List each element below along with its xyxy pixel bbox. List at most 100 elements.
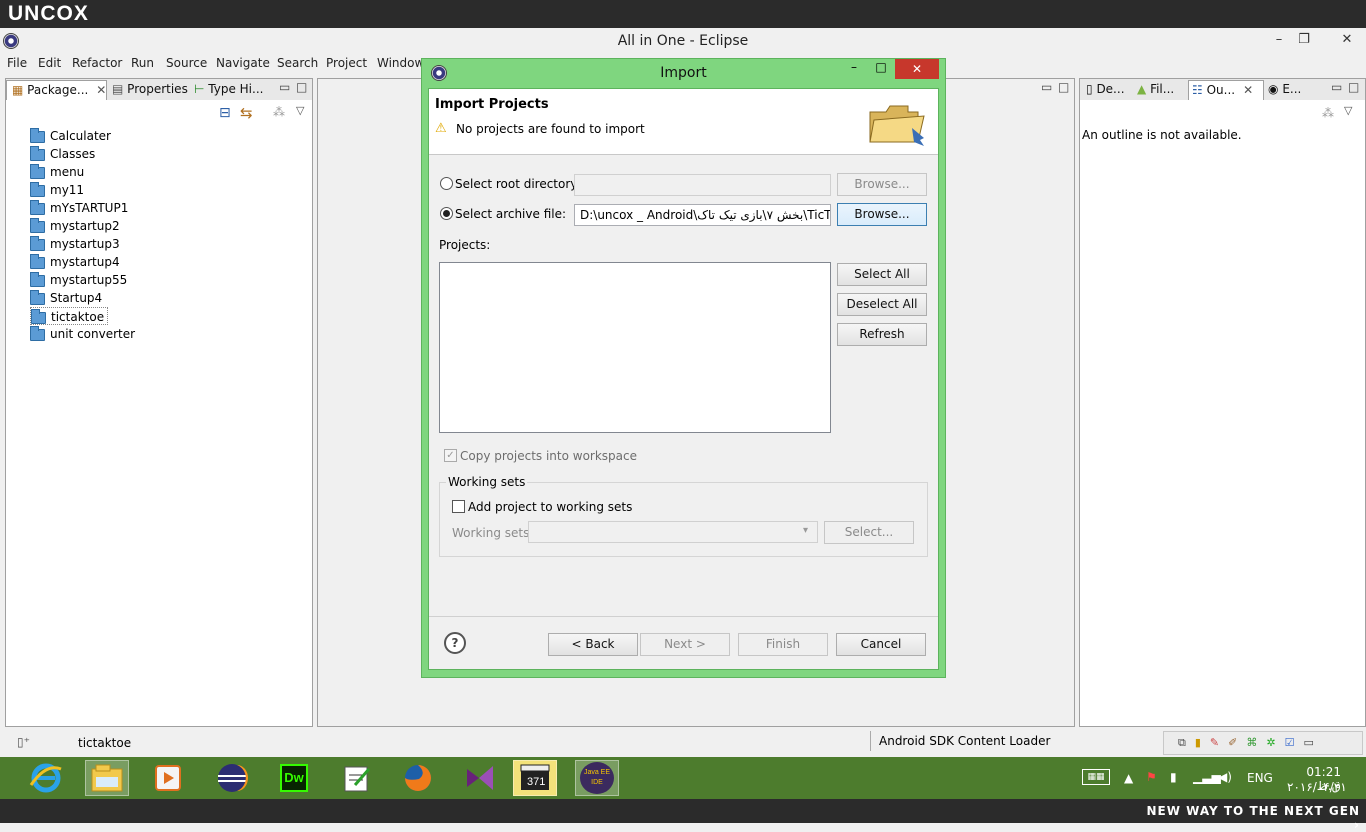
dialog-maximize-button[interactable]: □	[873, 60, 889, 74]
root-dir-radio[interactable]	[440, 177, 453, 190]
tab-outline[interactable]: ☷ Ou... ✕	[1188, 80, 1264, 100]
java-icon[interactable]: ✐	[1228, 736, 1246, 749]
tree-item[interactable]: mystartup4	[30, 253, 120, 271]
eclipse-icon[interactable]	[210, 760, 254, 796]
tree-item[interactable]: Calculater	[30, 127, 111, 145]
back-button[interactable]: < Back	[548, 633, 638, 656]
bug-icon[interactable]: ✲	[1266, 736, 1284, 749]
network-icon[interactable]: ▁▃▅	[1193, 770, 1221, 784]
ie-icon[interactable]	[24, 760, 68, 796]
java-ee-ide-icon[interactable]: Java EE IDE	[575, 760, 619, 796]
refresh-button[interactable]: Refresh	[837, 323, 927, 346]
firefox-icon[interactable]	[396, 760, 440, 796]
view-menu-icon[interactable]: ⁂	[1322, 106, 1334, 120]
ws-combo[interactable]	[528, 521, 818, 543]
add-ws-checkbox[interactable]	[452, 500, 465, 513]
tree-item[interactable]: menu	[30, 163, 84, 181]
cancel-button[interactable]: Cancel	[836, 633, 926, 656]
volume-icon[interactable]: ◀)	[1218, 770, 1232, 784]
menu-navigate[interactable]: Navigate	[216, 56, 270, 70]
tree-item-label: mystartup2	[50, 219, 120, 233]
tab-file-explorer[interactable]: ▲ Fil...	[1137, 80, 1185, 100]
battery-icon[interactable]: ▮	[1170, 770, 1177, 784]
fast-view-icon[interactable]: ▯⁺	[17, 735, 30, 749]
tree-item-label: unit converter	[50, 327, 136, 341]
touch-keyboard-icon[interactable]: ▦▦	[1082, 769, 1110, 785]
chevron-down-icon[interactable]: ▽	[296, 104, 304, 117]
clock-date[interactable]: ۲۰۱۶/۰۴/۲۱	[1287, 780, 1347, 794]
close-icon[interactable]: ✕	[1243, 83, 1253, 97]
root-dir-input[interactable]	[574, 174, 831, 196]
menu-window[interactable]: Window	[377, 56, 424, 70]
menu-edit[interactable]: Edit	[38, 56, 61, 70]
trim-toolbar-icons[interactable]: ⧉▮✎✐⌘✲☑▭	[1178, 736, 1323, 750]
next-button[interactable]: Next >	[640, 633, 730, 656]
open-perspective-icon[interactable]: ⧉	[1178, 736, 1195, 749]
media-player-icon[interactable]	[146, 760, 190, 796]
tab-emulator[interactable]: ◉ E...	[1268, 80, 1314, 100]
maximize-view-icon[interactable]: □	[1348, 80, 1359, 94]
help-icon[interactable]: ?	[444, 632, 466, 654]
copy-checkbox[interactable]: ✓	[444, 449, 457, 462]
notepad-icon[interactable]	[334, 760, 378, 796]
maximize-view-icon[interactable]: □	[296, 80, 307, 94]
file-explorer-icon[interactable]	[85, 760, 129, 796]
tree-item[interactable]: Startup4	[30, 289, 102, 307]
archive-input[interactable]: D:\uncox _ Android\بخش ۷\بازی تیک تاک\Ti…	[574, 204, 831, 226]
tab-properties[interactable]: ▤ Properties	[112, 80, 190, 100]
finish-button[interactable]: Finish	[738, 633, 828, 656]
tree-item[interactable]: mystartup2	[30, 217, 120, 235]
tree-item-selected[interactable]: tictaktoe	[30, 307, 109, 325]
tree-item[interactable]: mystartup3	[30, 235, 120, 253]
dialog-close-button[interactable]: ✕	[895, 59, 939, 79]
language-indicator[interactable]: ENG	[1247, 771, 1273, 785]
tree-item[interactable]: unit converter	[30, 325, 135, 343]
menu-project[interactable]: Project	[326, 56, 367, 70]
action-center-icon[interactable]: ⚑	[1146, 770, 1157, 784]
dreamweaver-icon[interactable]: Dw	[272, 760, 316, 796]
minimize-view-icon[interactable]: ▭	[1041, 80, 1052, 94]
tree-item-label: Calculater	[50, 129, 111, 143]
chevron-down-icon[interactable]: ▽	[1344, 104, 1352, 117]
tab-devices[interactable]: ▯ De...	[1086, 80, 1132, 100]
visual-studio-icon[interactable]	[458, 760, 502, 796]
tree-item[interactable]: my11	[30, 181, 84, 199]
show-hidden-icons-icon[interactable]: ▲	[1124, 771, 1133, 785]
collapse-all-icon[interactable]: ⊟	[219, 105, 231, 121]
menu-run[interactable]: Run	[131, 56, 154, 70]
menu-source[interactable]: Source	[166, 56, 207, 70]
minimize-view-icon[interactable]: ▭	[1331, 80, 1342, 94]
close-icon[interactable]: ✕	[96, 83, 106, 97]
chevron-down-icon[interactable]: ▾	[803, 525, 808, 536]
minimize-button[interactable]: –	[1266, 30, 1292, 50]
browse-root-button[interactable]: Browse...	[837, 173, 927, 196]
select-all-button[interactable]: Select All	[837, 263, 927, 286]
archive-radio[interactable]	[440, 207, 453, 220]
restore-button[interactable]: ❐	[1291, 30, 1317, 50]
header-title: Import Projects	[435, 97, 549, 112]
tree-item[interactable]: Classes	[30, 145, 95, 163]
link-editor-icon[interactable]: ⇆	[240, 104, 253, 122]
video-editor-icon[interactable]: 371	[513, 760, 557, 796]
console-icon[interactable]: ▭	[1303, 736, 1322, 749]
browse-archive-button[interactable]: Browse...	[837, 203, 927, 226]
tab-type-hierarchy[interactable]: ⊢ Type Hi...	[194, 80, 266, 100]
menu-search[interactable]: Search	[277, 56, 318, 70]
debug-icon[interactable]: ✎	[1210, 736, 1228, 749]
maximize-view-icon[interactable]: □	[1058, 80, 1069, 94]
tasks-icon[interactable]: ☑	[1285, 736, 1304, 749]
hierarchy-view-icon[interactable]: ⌘	[1246, 736, 1266, 749]
minimize-view-icon[interactable]: ▭	[279, 80, 290, 94]
tree-item[interactable]: mystartup55	[30, 271, 127, 289]
projects-list[interactable]	[439, 262, 831, 433]
tab-package-explorer[interactable]: ▦ Package... ✕	[6, 80, 107, 100]
deselect-all-button[interactable]: Deselect All	[837, 293, 927, 316]
menu-file[interactable]: File	[7, 56, 27, 70]
ddms-icon[interactable]: ▮	[1195, 736, 1210, 749]
view-menu-icon[interactable]: ⁂	[273, 105, 285, 119]
tree-item[interactable]: mYsTARTUP1	[30, 199, 128, 217]
close-button[interactable]: ✕	[1330, 30, 1364, 50]
dialog-minimize-button[interactable]: –	[846, 60, 862, 74]
ws-select-button[interactable]: Select...	[824, 521, 914, 544]
menu-refactor[interactable]: Refactor	[72, 56, 122, 70]
